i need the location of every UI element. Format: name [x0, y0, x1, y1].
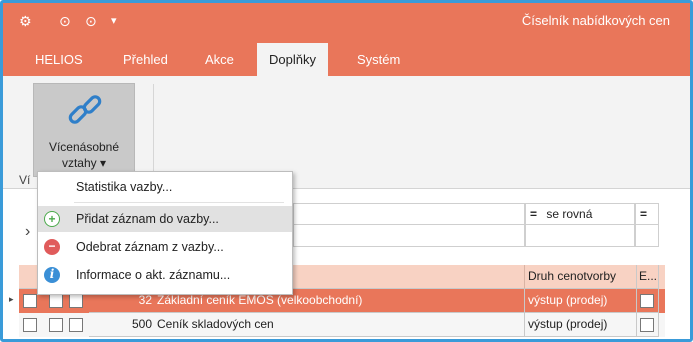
ribbon-separator	[153, 84, 154, 174]
row-e-checkbox[interactable]	[640, 318, 654, 332]
row-checkbox-1[interactable]	[23, 294, 37, 308]
chain-link-icon	[68, 95, 102, 124]
filter-operator-cell-2[interactable]: =	[635, 203, 659, 225]
title-bar: ⚙ ⊙ ⊙ ▾ Číselník nabídkových cen	[3, 3, 690, 43]
equals-icon: =	[530, 207, 538, 221]
app-window: ⚙ ⊙ ⊙ ▾ Číselník nabídkových cen HELIOS …	[0, 0, 693, 342]
minus-circle-icon: −	[44, 239, 60, 255]
row-checkbox-2[interactable]	[49, 318, 63, 332]
table-row[interactable]: 500 Ceník skladových cen výstup (prodej)	[19, 313, 665, 337]
filter-operator-cell[interactable]: = se rovná	[525, 203, 635, 225]
header-e[interactable]: E...	[637, 265, 659, 289]
app-gear-icon[interactable]: ⚙	[19, 12, 32, 30]
button-label-line2: vztahy ▾	[61, 156, 107, 170]
row-checkbox-3[interactable]	[69, 318, 83, 332]
button-label-line1: Vícenásobné	[48, 140, 120, 154]
filter-value-cell-2[interactable]	[293, 225, 525, 247]
row-druh: výstup (prodej)	[525, 313, 637, 337]
row-druh: výstup (prodej)	[525, 289, 637, 313]
filter-value-cell-4[interactable]	[635, 225, 659, 247]
ribbon-group-label: Ví	[19, 173, 31, 187]
chevron-right-icon[interactable]: ›	[25, 223, 30, 241]
menu-item-statistika[interactable]: Statistika vazby...	[38, 174, 292, 200]
ribbon-tabs: HELIOS Přehled Akce Doplňky Systém	[3, 43, 690, 76]
row-indicator-icon: ▸	[9, 294, 14, 304]
row-checkbox-3[interactable]	[69, 294, 83, 308]
multiple-relations-button[interactable]: Vícenásobné vztahy ▾	[33, 83, 135, 177]
menu-separator	[74, 202, 284, 203]
tab-helios[interactable]: HELIOS	[23, 43, 95, 76]
multiple-relations-label: Vícenásobné vztahy ▾	[34, 139, 134, 171]
filter-value-cell[interactable]	[293, 203, 525, 225]
tab-system[interactable]: Systém	[345, 43, 412, 76]
menu-item-pridat[interactable]: + Přidat záznam do vazby...	[38, 206, 292, 232]
tab-akce[interactable]: Akce	[193, 43, 246, 76]
row-e-checkbox[interactable]	[640, 294, 654, 308]
row-e-cell	[637, 289, 659, 313]
equals-icon-2: =	[640, 207, 648, 221]
row-number: 500	[89, 313, 155, 337]
row-checkbox-2[interactable]	[49, 294, 63, 308]
menu-item-label: Informace o akt. záznamu...	[76, 268, 231, 282]
menu-item-label: Odebrat záznam z vazby...	[76, 240, 224, 254]
chevron-up-circle-icon[interactable]: ⊙	[59, 12, 71, 30]
row-e-cell	[637, 313, 659, 337]
menu-item-odebrat[interactable]: − Odebrat záznam z vazby...	[38, 234, 292, 260]
header-druh-cenotvorby[interactable]: Druh cenotvorby	[525, 265, 637, 289]
filter-value-cell-3[interactable]	[525, 225, 635, 247]
window-title: Číselník nabídkových cen	[521, 13, 670, 28]
quick-access-dropdown-icon[interactable]: ▾	[111, 12, 117, 30]
row-name: Ceník skladových cen	[155, 313, 525, 337]
plus-circle-icon: +	[44, 211, 60, 227]
menu-item-informace[interactable]: i Informace o akt. záznamu...	[38, 262, 292, 288]
tab-doplnky[interactable]: Doplňky	[257, 43, 328, 76]
tab-prehled[interactable]: Přehled	[111, 43, 180, 76]
row-checkbox-1[interactable]	[23, 318, 37, 332]
info-icon: i	[44, 267, 60, 283]
relations-dropdown-menu: Statistika vazby... + Přidat záznam do v…	[37, 171, 293, 295]
chevron-down-circle-icon[interactable]: ⊙	[85, 12, 97, 30]
menu-item-label: Přidat záznam do vazby...	[76, 212, 219, 226]
menu-item-label: Statistika vazby...	[76, 180, 173, 194]
filter-operator-label: se rovná	[546, 207, 593, 221]
